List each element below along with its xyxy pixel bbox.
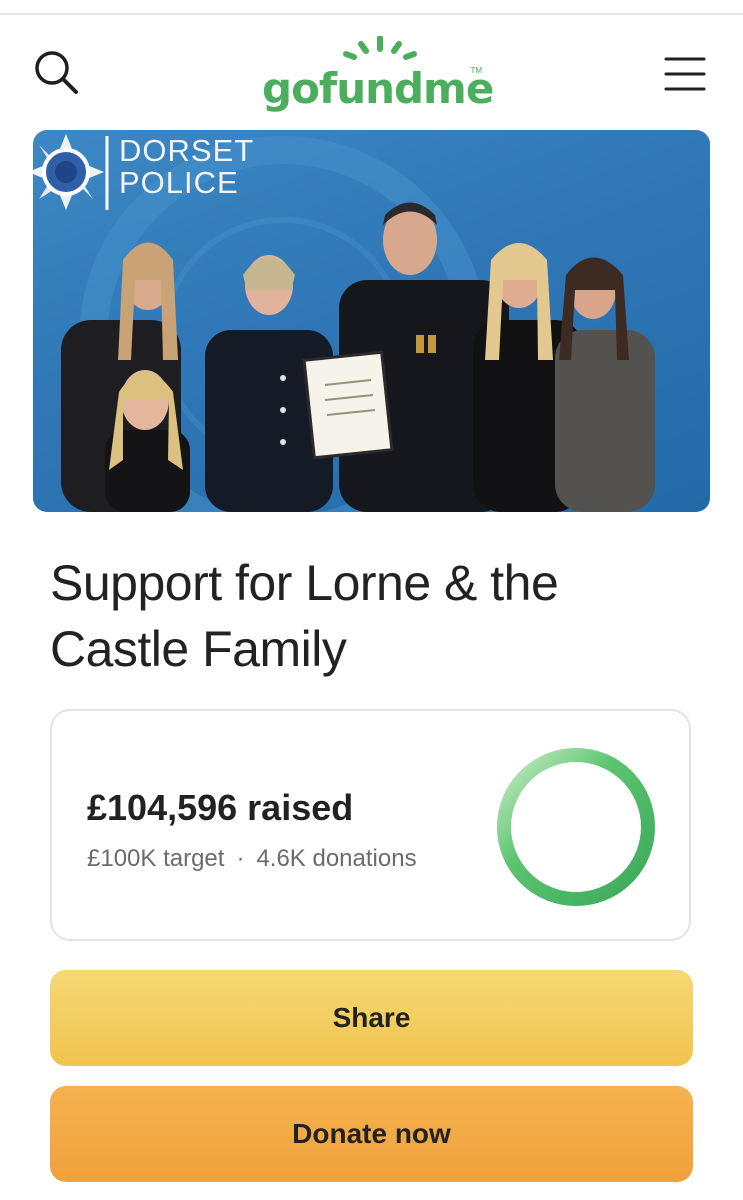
target-text: £100K target (87, 845, 225, 872)
progress-ring-arc (497, 748, 655, 906)
campaign-hero-image[interactable]: DORSET POLICE (33, 130, 710, 512)
menu-button[interactable] (662, 54, 708, 94)
logo-wordmark: gofundme (262, 64, 494, 113)
sun-rays-icon (343, 36, 417, 60)
progress-ring (497, 748, 655, 906)
campaign-title: Support for Lorne & the Castle Family (50, 555, 559, 677)
donation-progress-card: £104,596 raised £100K target · 4.6K donati… (50, 709, 691, 941)
search-icon (35, 51, 78, 94)
meta-separator: · (236, 845, 245, 872)
search-button[interactable] (32, 48, 82, 98)
dorset-police-text: DORSET POLICE (119, 135, 254, 199)
badge-line-2: POLICE (119, 165, 239, 200)
donations-count: 4.6K donations (256, 845, 417, 872)
raised-amount-line: £104,596 raised (87, 787, 353, 829)
hamburger-menu-icon (664, 57, 706, 91)
top-divider (0, 13, 743, 15)
badge-line-1: DORSET (119, 133, 255, 168)
share-button[interactable]: Share (50, 970, 693, 1066)
raised-amount: £104,596 (87, 787, 238, 828)
donate-now-button[interactable]: Donate now (50, 1086, 693, 1182)
raised-label: raised (247, 787, 354, 828)
gofundme-logo[interactable]: gofundme TM (262, 36, 494, 116)
site-header: gofundme TM (0, 30, 743, 115)
trademark-mark: TM (470, 66, 482, 75)
campaign-meta: £100K target · 4.6K donations (87, 845, 417, 873)
